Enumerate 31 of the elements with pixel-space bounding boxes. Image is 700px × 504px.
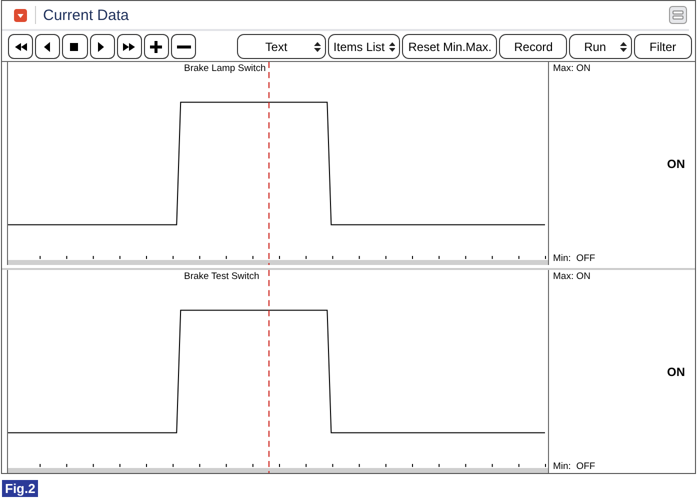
min-reading: Min: OFF [553,461,596,472]
window-title: Current Data [43,6,130,24]
select-button[interactable]: Text [237,34,326,59]
fast-forward-icon [122,40,136,52]
rewind-icon [14,40,28,52]
current-value: ON [667,364,685,378]
max-reading: Max: ON [553,63,592,74]
spinner-icon [620,42,627,52]
dropdown-icon[interactable] [14,8,27,22]
plus-button[interactable] [144,34,170,59]
current-value: ON [667,156,685,170]
spinner-icon [314,42,322,52]
fast-forward-button[interactable] [116,34,142,59]
figure-label: Fig.2 [2,480,38,497]
rewind-button[interactable] [8,34,34,59]
back-button[interactable] [35,34,60,59]
min-reading: Min: OFF [553,253,596,264]
minus-button[interactable] [171,34,196,59]
menu-icon[interactable] [669,6,687,24]
stop-button[interactable] [62,34,88,59]
toolbar-button[interactable]: Record [499,34,568,59]
toolbar-button[interactable]: Filter [634,34,692,59]
signal-name: Brake Test Switch [184,271,260,282]
max-reading: Max: ON [553,271,592,282]
spinner-icon [388,42,396,52]
plus-icon [150,40,164,52]
signal-name: Brake Lamp Switch [184,63,266,74]
select-button[interactable]: Items List [328,34,400,59]
play-button[interactable] [90,34,115,59]
toolbar-button[interactable]: Reset Min.Max. [402,34,498,59]
select-button[interactable]: Run [569,34,632,59]
